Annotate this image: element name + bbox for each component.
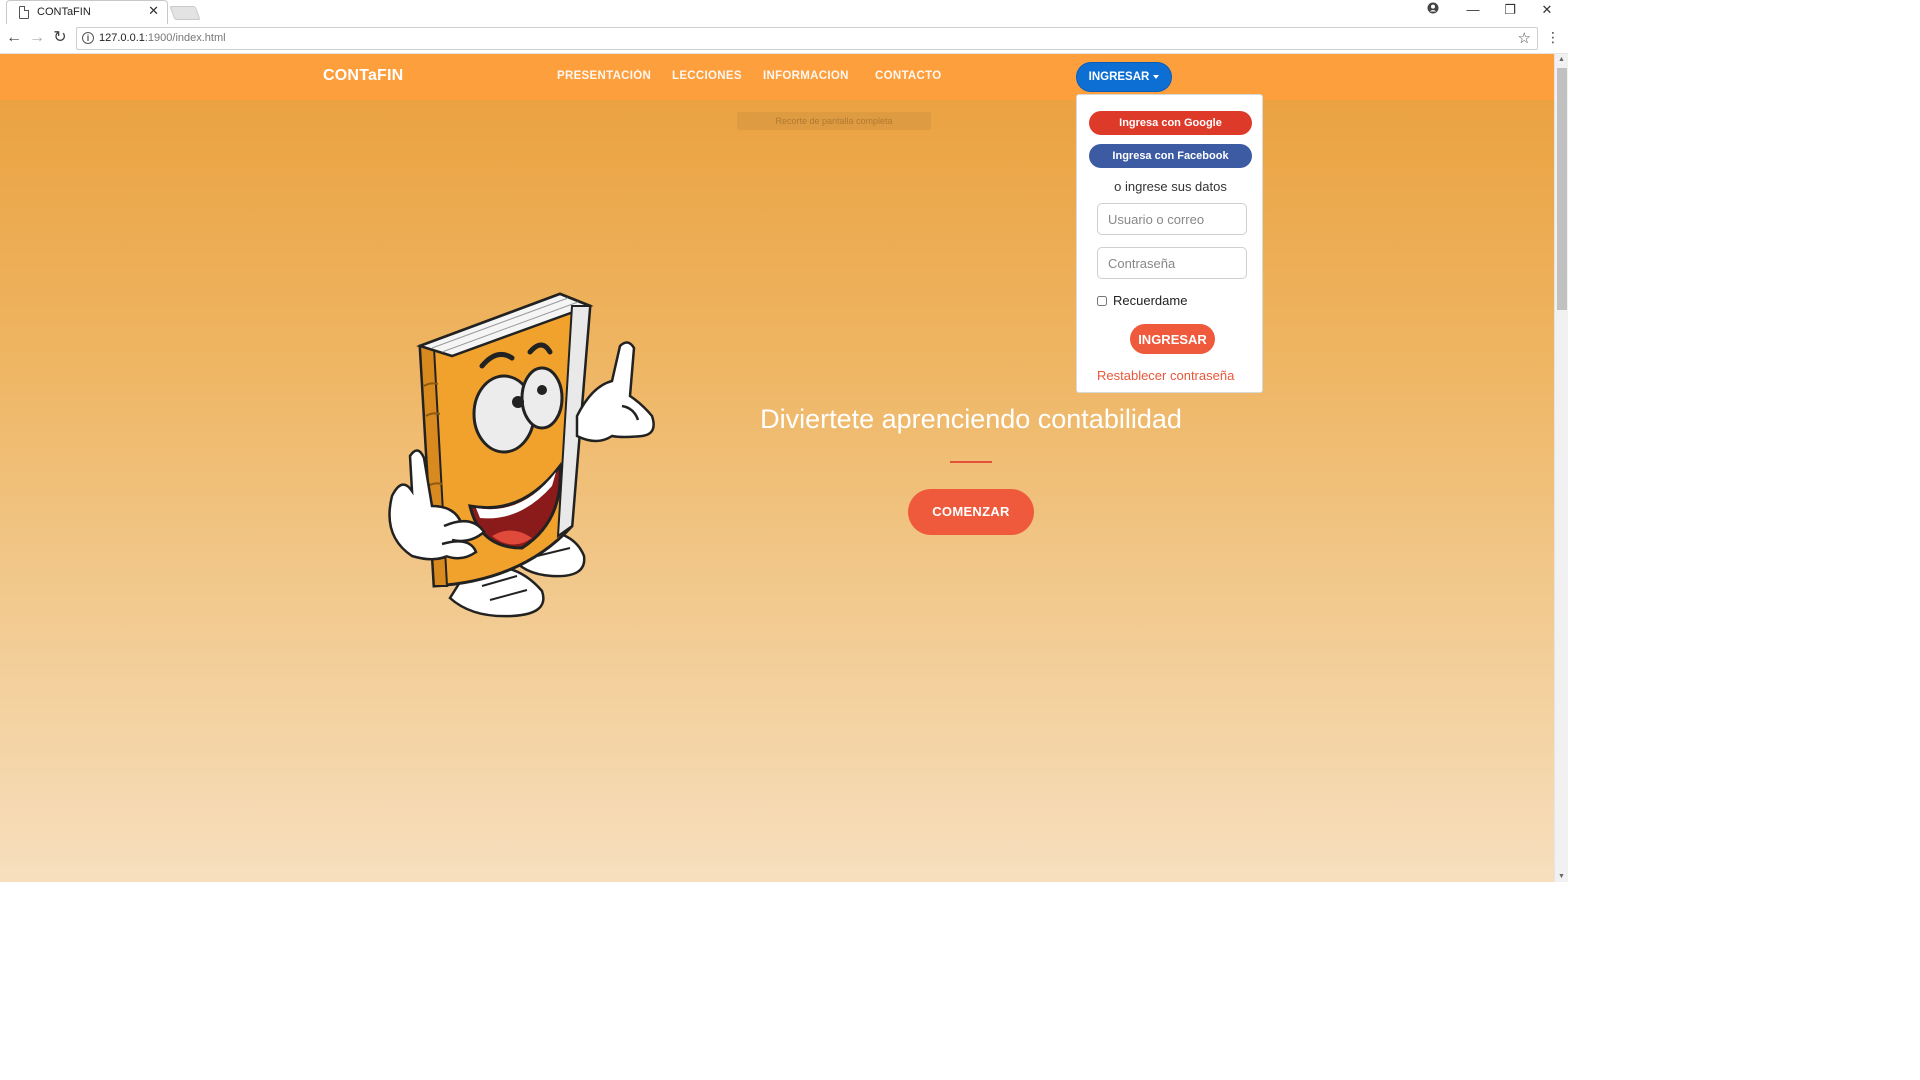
book-mascot-illustration bbox=[388, 292, 655, 618]
page-content: CONTaFIN PRESENTACIÓN LECCIONES INFORMAC… bbox=[0, 54, 1554, 882]
back-icon[interactable]: ← bbox=[4, 28, 24, 48]
info-icon[interactable]: i bbox=[82, 32, 94, 44]
screenshot-tooltip: Recorte de pantalla completa bbox=[737, 112, 931, 130]
close-tab-icon[interactable]: ✕ bbox=[148, 4, 159, 18]
browser-tabstrip: CONTaFIN ✕ — ❐ ✕ bbox=[0, 0, 1568, 24]
browser-menu-icon[interactable]: ⋮ bbox=[1546, 29, 1560, 46]
caret-down-icon bbox=[1153, 75, 1160, 79]
site-navbar: CONTaFIN PRESENTACIÓN LECCIONES INFORMAC… bbox=[0, 54, 1554, 100]
nav-link-contacto[interactable]: CONTACTO bbox=[875, 70, 942, 82]
login-button-label: INGRESAR bbox=[1088, 71, 1150, 83]
scroll-up-icon[interactable]: ▲ bbox=[1558, 56, 1565, 63]
or-separator-text: o ingrese sus datos bbox=[1114, 179, 1227, 194]
reset-password-link[interactable]: Restablecer contraseña bbox=[1097, 368, 1234, 383]
scrollbar-thumb[interactable] bbox=[1557, 68, 1567, 310]
login-dropdown-button[interactable]: INGRESAR bbox=[1076, 62, 1172, 92]
new-tab-button[interactable] bbox=[169, 6, 201, 20]
browser-tab[interactable]: CONTaFIN ✕ bbox=[6, 0, 168, 24]
page-icon bbox=[19, 6, 29, 19]
minimize-icon[interactable]: — bbox=[1463, 2, 1483, 17]
username-input[interactable] bbox=[1097, 203, 1247, 235]
login-dropdown-menu: Ingresa con Google Ingresa con Facebook … bbox=[1076, 94, 1263, 393]
google-login-button[interactable]: Ingresa con Google bbox=[1089, 111, 1252, 135]
nav-link-informacion[interactable]: INFORMACION bbox=[763, 70, 849, 82]
address-bar[interactable]: i 127.0.0.1:1900/index.html ☆ bbox=[76, 27, 1538, 50]
browser-toolbar: ← → ↻ i 127.0.0.1:1900/index.html ☆ ⋮ bbox=[0, 24, 1568, 54]
site-brand[interactable]: CONTaFIN bbox=[323, 67, 403, 85]
reload-icon[interactable]: ↻ bbox=[50, 28, 70, 48]
start-button[interactable]: COMENZAR bbox=[908, 489, 1034, 535]
account-icon[interactable] bbox=[1423, 2, 1443, 17]
bookmark-star-icon[interactable]: ☆ bbox=[1518, 29, 1531, 47]
password-input[interactable] bbox=[1097, 247, 1247, 279]
forward-icon[interactable]: → bbox=[27, 28, 47, 48]
hero-divider bbox=[950, 461, 992, 463]
remember-label: Recuerdame bbox=[1113, 293, 1188, 308]
scroll-down-icon[interactable]: ▼ bbox=[1558, 873, 1565, 880]
submit-login-button[interactable]: INGRESAR bbox=[1130, 324, 1215, 354]
remember-me[interactable]: Recuerdame bbox=[1097, 293, 1187, 308]
nav-link-presentacion[interactable]: PRESENTACIÓN bbox=[557, 70, 651, 82]
nav-link-lecciones[interactable]: LECCIONES bbox=[672, 70, 742, 82]
facebook-login-button[interactable]: Ingresa con Facebook bbox=[1089, 144, 1252, 168]
url-text[interactable]: 127.0.0.1:1900/index.html bbox=[99, 32, 226, 44]
tab-title: CONTaFIN bbox=[37, 6, 91, 18]
page-scrollbar[interactable]: ▲ ▼ bbox=[1554, 54, 1568, 882]
hero-title: Diviertete aprenciendo contabilidad bbox=[760, 404, 1182, 434]
window-close-icon[interactable]: ✕ bbox=[1537, 2, 1557, 18]
restore-icon[interactable]: ❐ bbox=[1500, 2, 1520, 18]
remember-checkbox[interactable] bbox=[1097, 295, 1107, 306]
